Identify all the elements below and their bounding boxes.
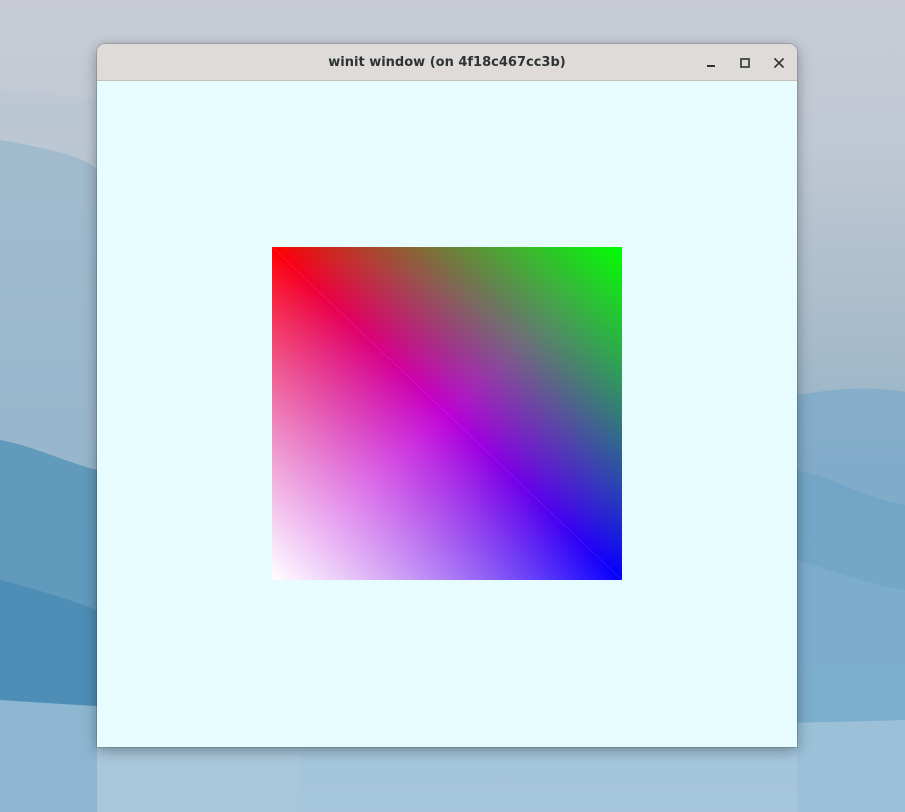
close-icon <box>773 57 785 69</box>
close-button[interactable] <box>768 52 790 74</box>
window-content <box>97 81 797 747</box>
maximize-button[interactable] <box>734 52 756 74</box>
minimize-button[interactable] <box>700 52 722 74</box>
maximize-icon <box>740 58 750 68</box>
gradient-square <box>272 247 622 580</box>
minimize-icon <box>707 65 715 67</box>
window-title: winit window (on 4f18c467cc3b) <box>328 55 566 70</box>
app-window[interactable]: winit window (on 4f18c467cc3b) <box>97 44 797 747</box>
window-titlebar[interactable]: winit window (on 4f18c467cc3b) <box>97 44 797 81</box>
